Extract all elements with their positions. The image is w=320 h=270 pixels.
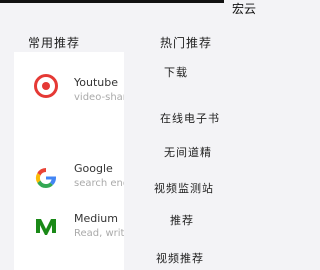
- right-item[interactable]: 下载: [164, 64, 188, 80]
- app-subtitle: Read, write: [74, 228, 124, 239]
- medium-icon: [36, 219, 56, 235]
- youtube-icon: [34, 74, 58, 98]
- top-divider: [0, 0, 224, 3]
- app-subtitle: video-shari: [74, 92, 124, 103]
- right-item[interactable]: 在线电子书: [160, 110, 220, 126]
- app-list-panel: Youtube video-shari Google search eng Me…: [14, 52, 124, 270]
- right-item[interactable]: 无间道精: [164, 144, 212, 160]
- app-item-medium[interactable]: Medium Read, write: [14, 200, 124, 264]
- app-item-youtube[interactable]: Youtube video-shari: [14, 52, 124, 116]
- left-column-header: 常用推荐: [28, 36, 81, 50]
- app-item-google[interactable]: Google search eng: [14, 136, 124, 200]
- app-subtitle: search eng: [74, 178, 124, 189]
- top-right-label: 宏云: [232, 2, 257, 16]
- right-item[interactable]: 推荐: [170, 212, 194, 228]
- top-bar: 宏云: [0, 0, 270, 28]
- right-column-header: 热门推荐: [160, 36, 213, 50]
- app-title: Medium: [74, 212, 118, 225]
- right-item[interactable]: 视频推荐: [156, 250, 204, 266]
- right-item[interactable]: 视频监测站: [154, 180, 214, 196]
- app-title: Google: [74, 162, 113, 175]
- app-title: Youtube: [74, 76, 118, 89]
- google-icon: [35, 167, 56, 189]
